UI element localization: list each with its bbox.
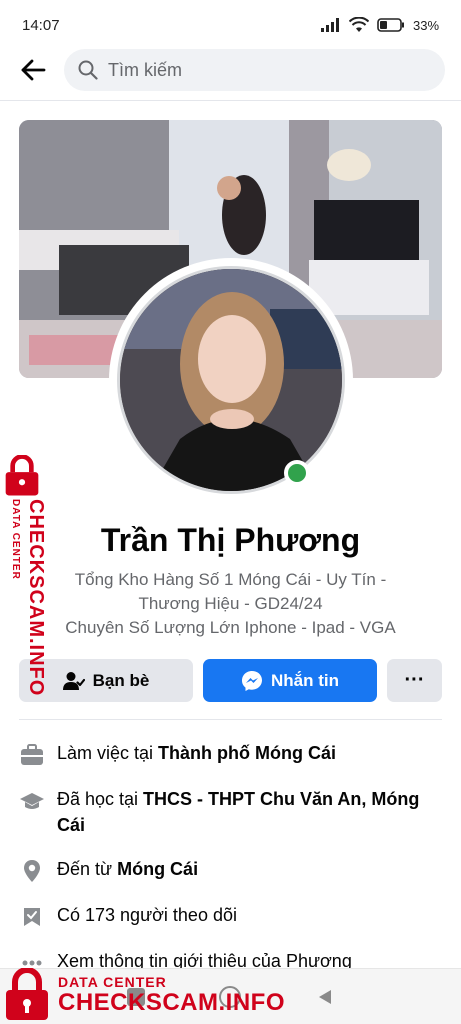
watermark-title: CHECKSCAM.INFO (58, 989, 285, 1016)
lock-icon (6, 968, 48, 1020)
watermark-text: DATA CENTER CHECKSCAM.INFO (58, 974, 285, 1016)
watermark-subtitle: DATA CENTER (58, 974, 167, 990)
search-icon (78, 60, 98, 80)
status-time: 14:07 (22, 16, 60, 34)
status-indicators: 33% (320, 17, 439, 33)
search-input[interactable] (108, 59, 368, 81)
signal-icon (320, 18, 339, 32)
back-arrow-icon (21, 59, 46, 81)
watermark-side-text: CHECKSCAM.INFO DATA CENTER (6, 499, 47, 696)
location-pin-icon (24, 860, 40, 882)
info-study: Đã học tại THCS - THPT Chu Văn An, Móng … (19, 786, 442, 838)
watermark-side-subtitle: DATA CENTER (10, 499, 21, 580)
online-status-indicator (284, 460, 310, 486)
info-followers: Có 173 người theo dõi (19, 902, 442, 930)
watermark-side-title: CHECKSCAM.INFO (25, 499, 47, 697)
graduation-cap-icon (20, 793, 44, 809)
profile-bio: Tổng Kho Hàng Số 1 Móng Cái - Uy Tín - T… (40, 568, 421, 640)
search-row (0, 48, 461, 92)
messenger-icon (242, 670, 262, 691)
intro-details: Làm việc tại Thành phố Móng Cái Đã học t… (19, 740, 442, 992)
message-button[interactable]: Nhắn tin (203, 659, 377, 702)
bio-line: Thương Hiệu - GD24/24 (138, 594, 323, 613)
back-button[interactable] (16, 53, 50, 87)
profile-picture[interactable] (109, 258, 353, 502)
info-from-text: Đến từ Móng Cái (57, 859, 199, 879)
more-options-icon: ··· (404, 669, 425, 691)
lock-icon (5, 455, 39, 496)
more-options-button[interactable]: ··· (387, 659, 442, 702)
briefcase-icon (21, 744, 43, 765)
bio-line: Tổng Kho Hàng Số 1 Móng Cái - Uy Tín - (74, 570, 387, 589)
profile-actions: Bạn bè Nhắn tin ··· (19, 659, 442, 702)
back-triangle-icon[interactable] (316, 988, 334, 1006)
info-work: Làm việc tại Thành phố Móng Cái (19, 740, 442, 768)
info-followers-text[interactable]: Có 173 người theo dõi (57, 902, 237, 928)
wifi-icon (348, 17, 369, 32)
info-from-place[interactable]: Móng Cái (117, 859, 198, 879)
battery-percent: 33% (412, 17, 439, 33)
avatar-image (120, 269, 342, 491)
bio-line: Chuyên Số Lượng Lớn Iphone - Ipad - VGA (65, 618, 396, 637)
avatar (117, 266, 345, 494)
watermark-side: CHECKSCAM.INFO DATA CENTER (0, 455, 56, 696)
info-work-text: Làm việc tại Thành phố Móng Cái (57, 743, 337, 763)
message-button-label: Nhắn tin (271, 670, 339, 690)
status-bar: 14:07 33% (0, 0, 461, 50)
followers-icon (24, 908, 40, 926)
section-divider (19, 719, 442, 720)
header-divider (0, 100, 461, 101)
profile-name: Trần Thị Phương (100, 522, 361, 558)
add-friend-icon (62, 671, 85, 690)
friends-button-label: Bạn bè (92, 670, 150, 690)
info-from: Đến từ Móng Cái (19, 856, 442, 884)
info-work-place[interactable]: Thành phố Móng Cái (158, 743, 336, 763)
info-study-text: Đã học tại THCS - THPT Chu Văn An, Móng … (57, 789, 420, 835)
search-box[interactable] (64, 49, 445, 91)
watermark-bottom: DATA CENTER CHECKSCAM.INFO (0, 966, 290, 1024)
battery-icon (377, 18, 404, 32)
